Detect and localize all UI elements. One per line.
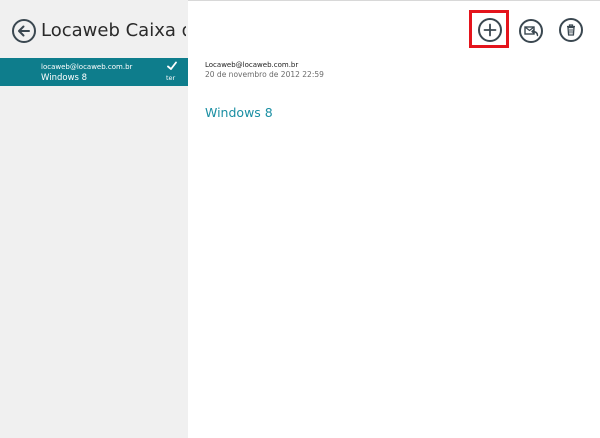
reading-subject: Windows 8 xyxy=(205,105,273,120)
folder-title: Locaweb Caixa de... xyxy=(41,20,186,41)
message-subject: Windows 8 xyxy=(41,73,88,83)
reply-button[interactable] xyxy=(519,19,543,43)
message-day: ter xyxy=(166,74,176,82)
message-sender: locaweb@locaweb.com.br xyxy=(41,63,133,71)
checkmark-icon[interactable] xyxy=(167,61,177,71)
reading-pane: Locaweb@locaweb.com.br 20 de novembro de… xyxy=(188,0,600,438)
back-button[interactable] xyxy=(12,19,36,43)
delete-button[interactable] xyxy=(559,18,583,42)
back-arrow-icon xyxy=(18,25,30,37)
list-item[interactable]: locaweb@locaweb.com.br Windows 8 ter xyxy=(0,58,188,86)
highlight-box xyxy=(469,10,509,48)
reading-sender: Locaweb@locaweb.com.br xyxy=(205,61,299,69)
message-list-pane: Locaweb Caixa de... locaweb@locaweb.com.… xyxy=(0,0,188,438)
delete-icon xyxy=(567,24,575,36)
reading-date: 20 de novembro de 2012 22:59 xyxy=(205,70,324,79)
reply-icon xyxy=(524,26,539,37)
